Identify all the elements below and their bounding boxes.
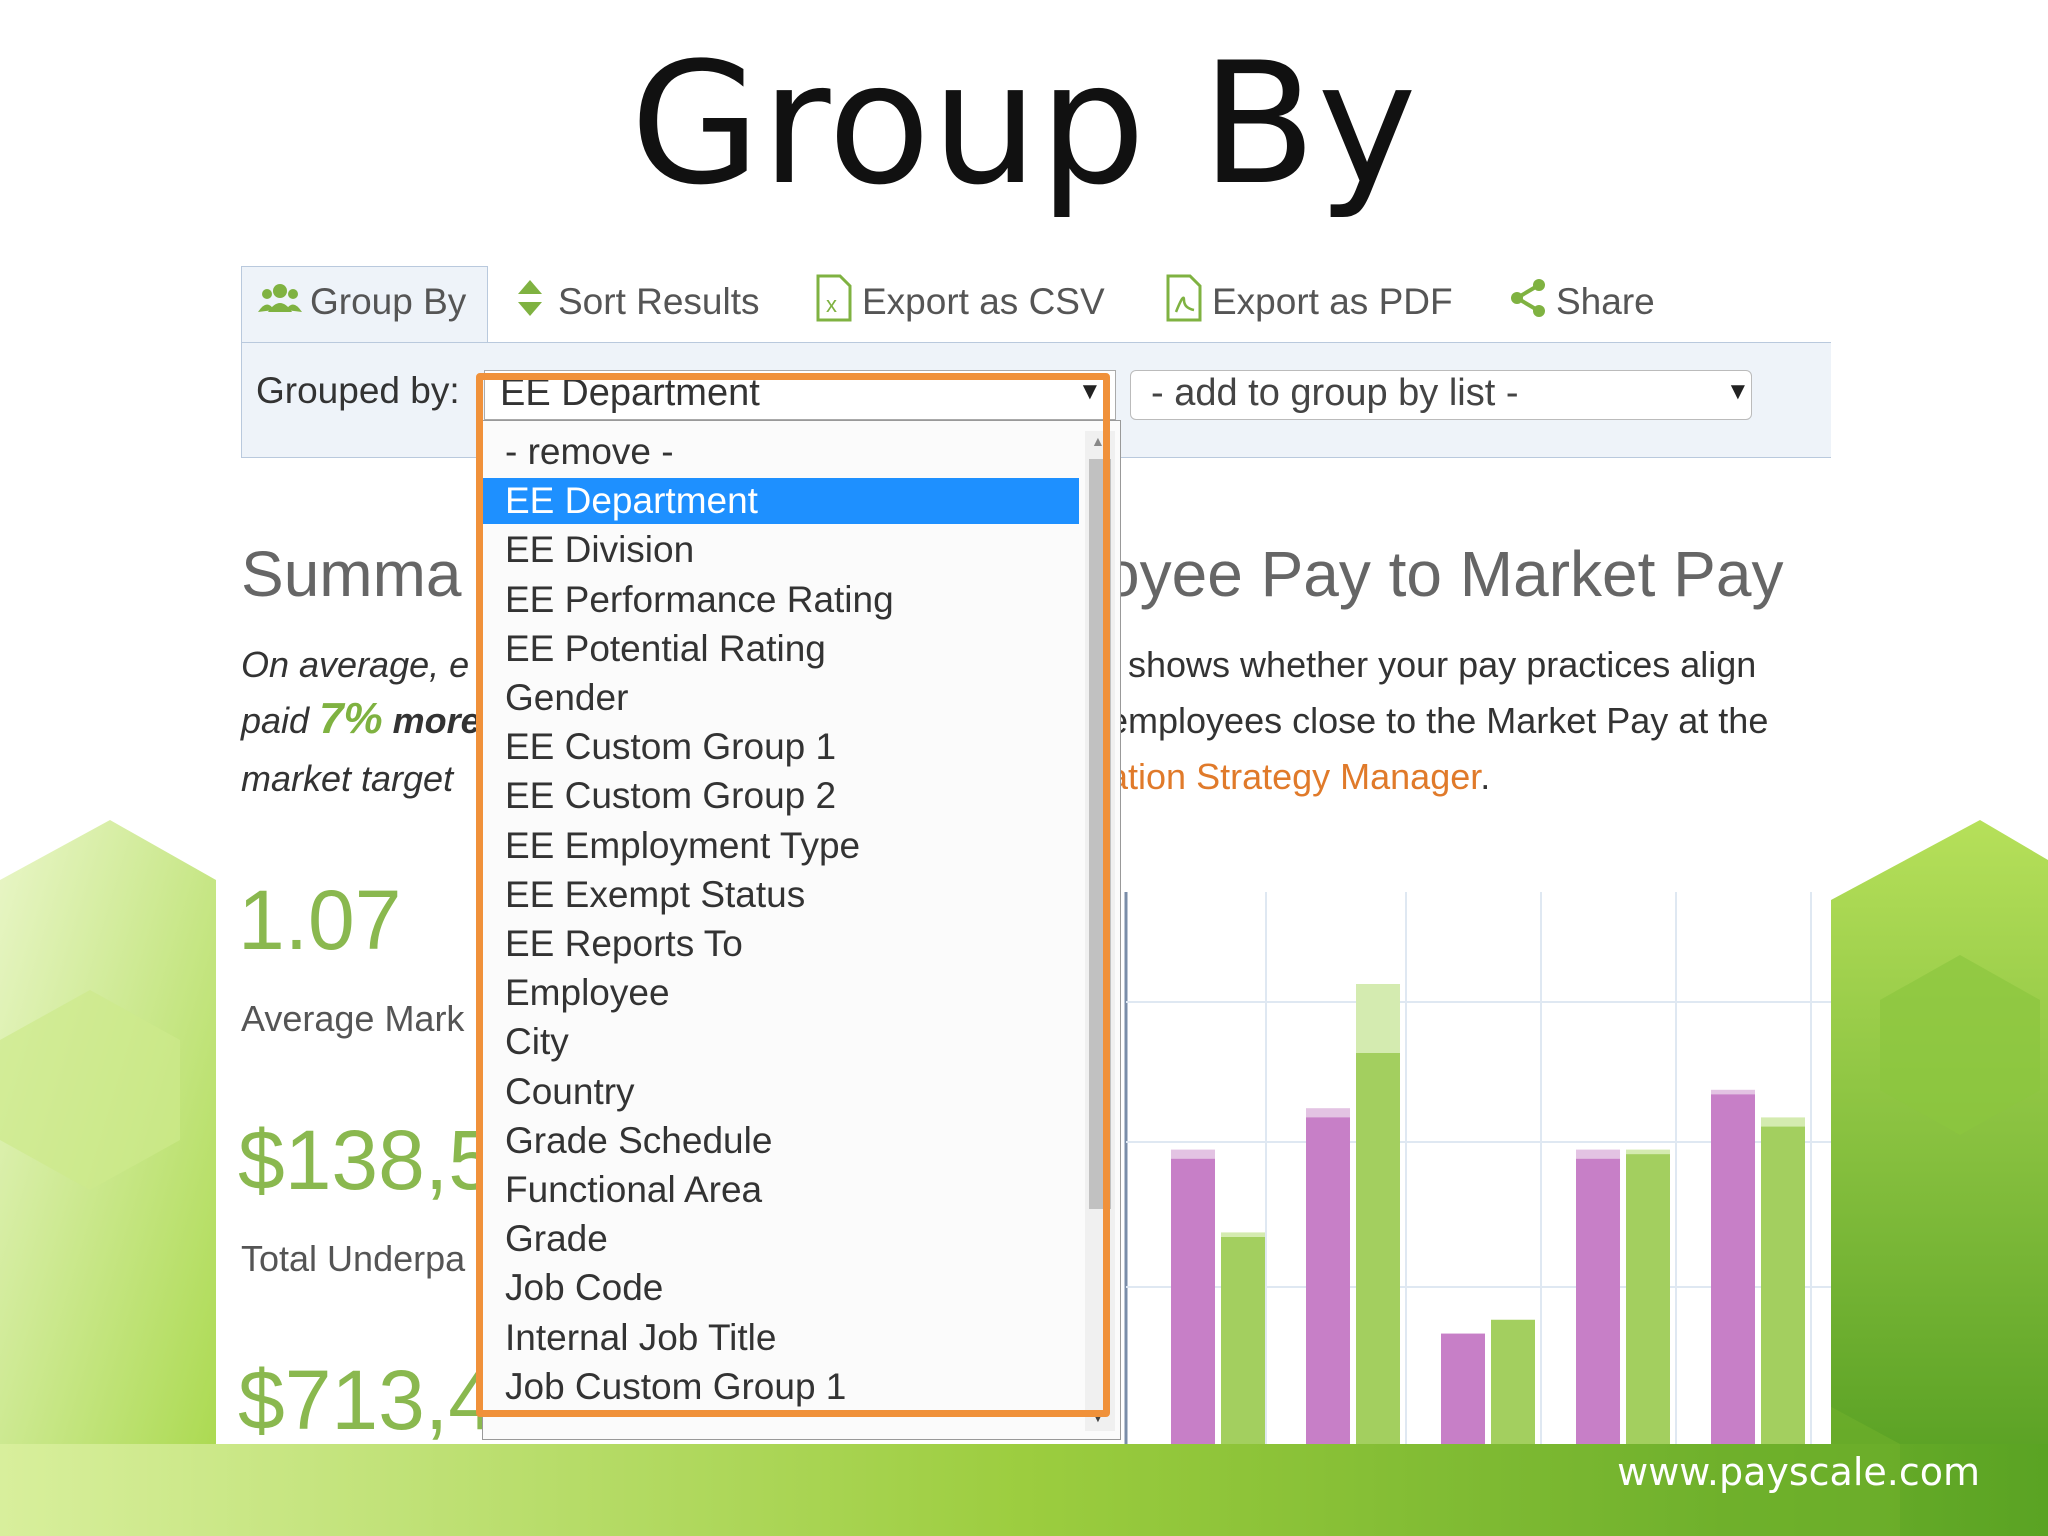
summary-text-line: employees close to the Market Pay at the	[1108, 700, 1769, 741]
total-value: $713,4	[238, 1353, 495, 1444]
summary-text: more	[382, 700, 481, 741]
export-pdf-button[interactable]: Export as PDF	[1164, 274, 1453, 324]
sort-results-label: Sort Results	[558, 281, 760, 322]
chart-bar	[1491, 1319, 1535, 1444]
chart-bar	[1306, 1117, 1350, 1444]
chart-bar	[1221, 1237, 1265, 1444]
sort-icon	[516, 278, 544, 327]
sort-results-button[interactable]: Sort Results	[516, 278, 760, 327]
excel-file-icon: x	[814, 274, 854, 331]
summary-title: Summa	[241, 538, 462, 610]
share-button[interactable]: Share	[1508, 278, 1655, 327]
summary-text: paid	[241, 700, 320, 741]
summary-text-line: market target	[241, 758, 454, 799]
chevron-down-icon[interactable]: ▼	[1726, 378, 1750, 406]
export-pdf-label: Export as PDF	[1212, 281, 1453, 322]
add-group-select-placeholder: - add to group by list -	[1151, 372, 1519, 414]
summary-text-line: paid 7% more	[241, 694, 481, 744]
summary-text: .	[1480, 756, 1491, 797]
footer-url: www.payscale.com	[1617, 1450, 1980, 1494]
highlight-annotation	[476, 373, 1110, 1417]
strategy-manager-link[interactable]: ation Strategy Manager	[1108, 756, 1480, 797]
chart-bar	[1626, 1154, 1670, 1444]
tab-group-by[interactable]: Group By	[258, 280, 466, 324]
chart-bar	[1171, 1158, 1215, 1444]
average-market-ratio-label: Average Mark	[241, 998, 465, 1039]
tab-group-by-label: Group By	[310, 281, 467, 322]
percent-highlight: 7%	[319, 694, 383, 743]
chart-bar	[1711, 1094, 1755, 1444]
export-csv-button[interactable]: x Export as CSV	[814, 274, 1105, 324]
share-icon	[1508, 278, 1548, 327]
summary-text-line: On average, e	[241, 644, 470, 685]
grouped-by-label: Grouped by:	[256, 370, 460, 411]
svg-text:x: x	[826, 292, 837, 317]
chart-bar	[1356, 1053, 1400, 1444]
average-market-ratio-value: 1.07	[238, 873, 402, 967]
total-underpay-label: Total Underpa	[241, 1238, 466, 1279]
summary-text-line: ation Strategy Manager.	[1108, 756, 1490, 798]
summary-text-line: t shows whether your pay practices align	[1108, 644, 1757, 685]
chart-bar	[1441, 1333, 1485, 1444]
export-csv-label: Export as CSV	[862, 281, 1105, 322]
pdf-file-icon	[1164, 274, 1204, 331]
users-icon	[258, 281, 302, 323]
slide-title: Group By	[630, 26, 1418, 222]
summary-title-continued: oyee Pay to Market Pay	[1104, 538, 1784, 610]
chart-bar	[1576, 1158, 1620, 1444]
total-underpay-value: $138,5	[238, 1113, 495, 1207]
share-label: Share	[1556, 281, 1655, 322]
pay-comparison-chart	[1124, 892, 1831, 1444]
chart-bar	[1761, 1126, 1805, 1444]
